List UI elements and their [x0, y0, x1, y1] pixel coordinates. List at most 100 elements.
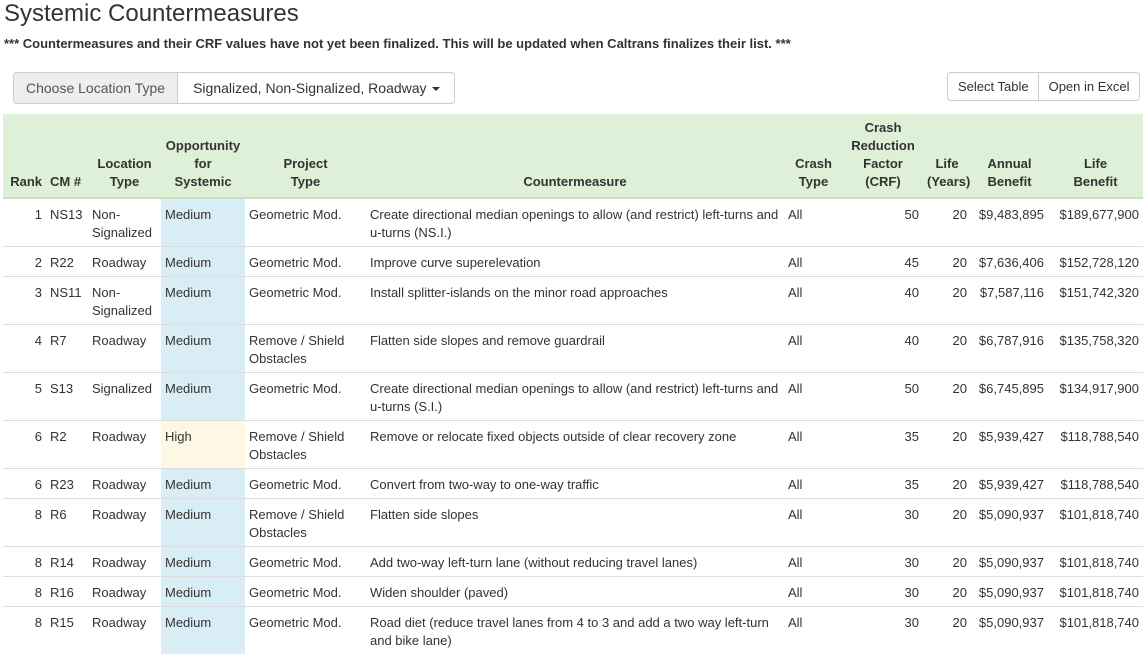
table-row[interactable]: 1NS13Non-SignalizedMediumGeometric Mod.C…: [3, 198, 1143, 247]
col-header-opportunity[interactable]: OpportunityforSystemic: [161, 114, 245, 198]
cell-crash-type: All: [784, 577, 843, 607]
cell-crf: 35: [843, 469, 923, 499]
cell-crash-type: All: [784, 325, 843, 373]
table-row[interactable]: 6R23RoadwayMediumGeometric Mod.Convert f…: [3, 469, 1143, 499]
cell-countermeasure: Convert from two-way to one-way traffic: [366, 469, 784, 499]
cell-life-years: 20: [923, 325, 971, 373]
cell-cm: R15: [46, 607, 88, 654]
table-row[interactable]: 8R15RoadwayMediumGeometric Mod.Road diet…: [3, 607, 1143, 654]
cell-life-benefit: $135,758,320: [1048, 325, 1143, 373]
cell-crf: 35: [843, 421, 923, 469]
countermeasures-table: Rank CM # LocationType OpportunityforSys…: [3, 114, 1143, 654]
cell-life-benefit: $101,818,740: [1048, 547, 1143, 577]
cell-crf: 30: [843, 547, 923, 577]
cell-rank: 3: [3, 277, 46, 325]
cell-location-type: Roadway: [88, 325, 161, 373]
table-row[interactable]: 4R7RoadwayMediumRemove / Shield Obstacle…: [3, 325, 1143, 373]
cell-annual-benefit: $7,636,406: [971, 247, 1048, 277]
cell-project-type: Geometric Mod.: [245, 198, 366, 247]
table-row[interactable]: 2R22RoadwayMediumGeometric Mod.Improve c…: [3, 247, 1143, 277]
cell-cm: R2: [46, 421, 88, 469]
cell-cm: R23: [46, 469, 88, 499]
cell-rank: 4: [3, 325, 46, 373]
cell-crash-type: All: [784, 499, 843, 547]
cell-project-type: Geometric Mod.: [245, 547, 366, 577]
cell-cm: S13: [46, 373, 88, 421]
table-row[interactable]: 8R16RoadwayMediumGeometric Mod.Widen sho…: [3, 577, 1143, 607]
col-header-project-type[interactable]: ProjectType: [245, 114, 366, 198]
cell-cm: NS11: [46, 277, 88, 325]
table-row[interactable]: 3NS11Non-SignalizedMediumGeometric Mod.I…: [3, 277, 1143, 325]
open-in-excel-button[interactable]: Open in Excel: [1039, 72, 1140, 101]
table-actions: Select Table Open in Excel: [947, 72, 1140, 101]
cell-opportunity: Medium: [161, 373, 245, 421]
cell-opportunity: Medium: [161, 469, 245, 499]
cell-rank: 2: [3, 247, 46, 277]
col-header-life-years[interactable]: Life(Years): [923, 114, 971, 198]
cell-crash-type: All: [784, 547, 843, 577]
cell-annual-benefit: $5,090,937: [971, 607, 1048, 654]
cell-location-type: Non-Signalized: [88, 277, 161, 325]
cell-life-benefit: $101,818,740: [1048, 607, 1143, 654]
cell-countermeasure: Create directional median openings to al…: [366, 373, 784, 421]
col-header-crash-type[interactable]: CrashType: [784, 114, 843, 198]
col-header-life-benefit[interactable]: LifeBenefit: [1048, 114, 1143, 198]
cell-countermeasure: Install splitter-islands on the minor ro…: [366, 277, 784, 325]
table-row[interactable]: 6R2RoadwayHighRemove / Shield ObstaclesR…: [3, 421, 1143, 469]
cell-location-type: Roadway: [88, 607, 161, 654]
col-header-annual-benefit[interactable]: AnnualBenefit: [971, 114, 1048, 198]
location-type-label: Choose Location Type: [13, 72, 178, 104]
cell-rank: 1: [3, 198, 46, 247]
finalization-notice: *** Countermeasures and their CRF values…: [4, 36, 791, 52]
col-header-rank[interactable]: Rank: [3, 114, 46, 198]
cell-countermeasure: Widen shoulder (paved): [366, 577, 784, 607]
col-header-countermeasure[interactable]: Countermeasure: [366, 114, 784, 198]
cell-annual-benefit: $9,483,895: [971, 198, 1048, 247]
cell-rank: 6: [3, 469, 46, 499]
table-row[interactable]: 8R14RoadwayMediumGeometric Mod.Add two-w…: [3, 547, 1143, 577]
col-header-location-type[interactable]: LocationType: [88, 114, 161, 198]
cell-life-years: 20: [923, 421, 971, 469]
cell-cm: R14: [46, 547, 88, 577]
cell-crash-type: All: [784, 373, 843, 421]
cell-countermeasure: Remove or relocate fixed objects outside…: [366, 421, 784, 469]
col-header-crf[interactable]: CrashReductionFactor(CRF): [843, 114, 923, 198]
cell-project-type: Geometric Mod.: [245, 577, 366, 607]
cell-rank: 8: [3, 499, 46, 547]
cell-life-benefit: $151,742,320: [1048, 277, 1143, 325]
cell-opportunity: Medium: [161, 607, 245, 654]
cell-opportunity: Medium: [161, 198, 245, 247]
cell-location-type: Roadway: [88, 421, 161, 469]
cell-annual-benefit: $5,090,937: [971, 577, 1048, 607]
table-row[interactable]: 5S13SignalizedMediumGeometric Mod.Create…: [3, 373, 1143, 421]
cell-cm: R22: [46, 247, 88, 277]
col-header-cm[interactable]: CM #: [46, 114, 88, 198]
cell-annual-benefit: $6,745,895: [971, 373, 1048, 421]
cell-location-type: Roadway: [88, 469, 161, 499]
cell-crash-type: All: [784, 198, 843, 247]
cell-crf: 50: [843, 373, 923, 421]
location-type-dropdown[interactable]: Signalized, Non-Signalized, Roadway: [178, 72, 454, 104]
cell-location-type: Roadway: [88, 499, 161, 547]
cell-annual-benefit: $5,090,937: [971, 547, 1048, 577]
cell-cm: R6: [46, 499, 88, 547]
select-table-button[interactable]: Select Table: [947, 72, 1039, 101]
cell-countermeasure: Road diet (reduce travel lanes from 4 to…: [366, 607, 784, 654]
cell-project-type: Geometric Mod.: [245, 469, 366, 499]
cell-life-years: 20: [923, 277, 971, 325]
cell-life-years: 20: [923, 247, 971, 277]
cell-crash-type: All: [784, 247, 843, 277]
cell-location-type: Signalized: [88, 373, 161, 421]
cell-annual-benefit: $5,939,427: [971, 421, 1048, 469]
cell-cm: R7: [46, 325, 88, 373]
cell-project-type: Remove / Shield Obstacles: [245, 499, 366, 547]
cell-location-type: Roadway: [88, 247, 161, 277]
cell-location-type: Roadway: [88, 577, 161, 607]
table-row[interactable]: 8R6RoadwayMediumRemove / Shield Obstacle…: [3, 499, 1143, 547]
cell-life-years: 20: [923, 198, 971, 247]
cell-location-type: Non-Signalized: [88, 198, 161, 247]
cell-crf: 30: [843, 499, 923, 547]
cell-life-benefit: $134,917,900: [1048, 373, 1143, 421]
cell-crf: 45: [843, 247, 923, 277]
cell-project-type: Remove / Shield Obstacles: [245, 421, 366, 469]
